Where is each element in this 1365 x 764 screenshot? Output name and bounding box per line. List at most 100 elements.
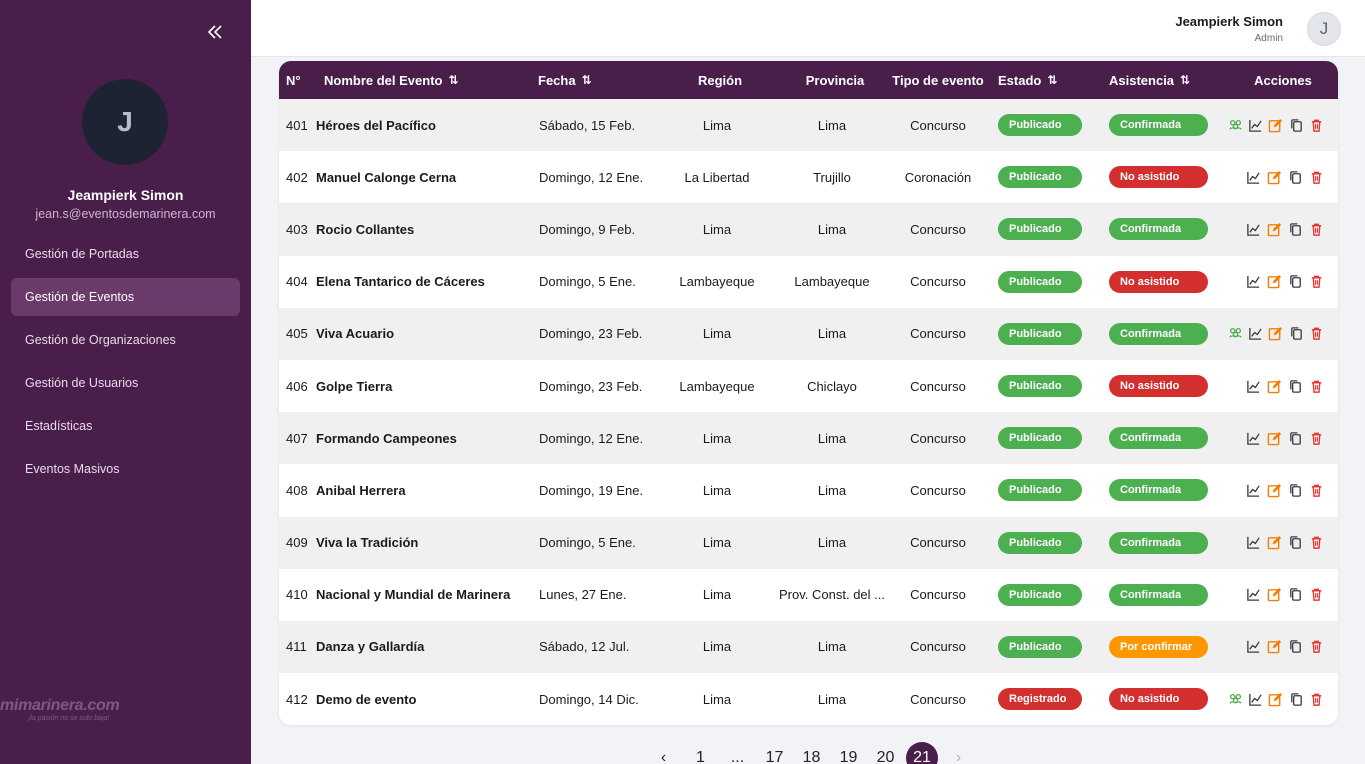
copy-icon[interactable] <box>1286 377 1304 395</box>
pagination-page[interactable]: 19 <box>830 743 867 764</box>
stats-icon[interactable] <box>1244 534 1262 552</box>
table-row: 411 Danza y Gallardía Sábado, 12 Jul. Li… <box>279 620 1338 674</box>
table-row: 401 Héroes del Pacífico Sábado, 15 Feb. … <box>279 99 1338 152</box>
pagination-page[interactable]: 17 <box>756 743 793 764</box>
table-row: 404 Elena Tantarico de Cáceres Domingo, … <box>279 255 1338 308</box>
trash-icon[interactable] <box>1307 220 1325 238</box>
cell-actions <box>1227 360 1331 412</box>
sort-icon[interactable]: ⇅ <box>1180 73 1190 87</box>
stats-icon[interactable] <box>1244 220 1262 238</box>
stats-icon[interactable] <box>1244 429 1262 447</box>
copy-icon[interactable] <box>1286 220 1304 238</box>
pagination-next-button[interactable]: › <box>940 743 977 764</box>
copy-icon[interactable] <box>1286 273 1304 291</box>
edit-icon[interactable] <box>1265 220 1283 238</box>
sidebar-item[interactable]: Estadísticas <box>11 407 240 445</box>
stats-icon[interactable] <box>1244 481 1262 499</box>
edit-icon[interactable] <box>1265 481 1283 499</box>
column-status[interactable]: Estado ⇅ <box>998 61 1057 99</box>
trash-icon[interactable] <box>1307 586 1325 604</box>
edit-icon[interactable] <box>1267 116 1284 134</box>
trash-icon[interactable] <box>1307 429 1325 447</box>
trash-icon[interactable] <box>1307 534 1325 552</box>
sidebar-item[interactable]: Eventos Masivos <box>11 450 240 488</box>
trash-icon[interactable] <box>1307 481 1325 499</box>
copy-icon[interactable] <box>1286 429 1304 447</box>
stats-icon[interactable] <box>1247 116 1264 134</box>
sidebar-item[interactable]: Gestión de Organizaciones <box>11 321 240 359</box>
copy-icon[interactable] <box>1286 168 1304 186</box>
cell-region: Lima <box>702 639 732 655</box>
pagination-page[interactable]: 18 <box>793 743 830 764</box>
copy-icon[interactable] <box>1288 690 1305 708</box>
double-chevron-left-icon[interactable] <box>203 20 227 44</box>
edit-icon[interactable] <box>1265 534 1283 552</box>
edit-icon[interactable] <box>1265 168 1283 186</box>
table-body: 401 Héroes del Pacífico Sábado, 15 Feb. … <box>279 99 1338 725</box>
group-icon[interactable] <box>1227 690 1244 708</box>
trash-icon[interactable] <box>1308 116 1325 134</box>
edit-icon[interactable] <box>1267 690 1284 708</box>
status-badge: Publicado <box>998 531 1082 554</box>
pagination-page[interactable]: 20 <box>867 743 904 764</box>
stats-icon[interactable] <box>1247 690 1264 708</box>
edit-icon[interactable] <box>1265 638 1283 656</box>
cell-province: Lima <box>817 221 847 237</box>
cell-attendance: Por confirmar <box>1109 621 1208 673</box>
copy-icon[interactable] <box>1286 586 1304 604</box>
trash-icon[interactable] <box>1307 273 1325 291</box>
group-icon[interactable] <box>1227 116 1244 134</box>
column-province: Provincia <box>779 61 891 99</box>
sort-icon[interactable]: ⇅ <box>448 73 458 87</box>
trash-icon[interactable] <box>1307 638 1325 656</box>
trash-icon[interactable] <box>1307 168 1325 186</box>
stats-icon[interactable] <box>1244 638 1262 656</box>
edit-icon[interactable] <box>1265 377 1283 395</box>
edit-icon[interactable] <box>1265 273 1283 291</box>
edit-icon[interactable] <box>1265 429 1283 447</box>
pagination-ellipsis: ... <box>730 749 745 764</box>
sort-icon[interactable]: ⇅ <box>1047 73 1057 87</box>
sidebar-item[interactable]: Gestión de Usuarios <box>11 364 240 402</box>
stats-icon[interactable] <box>1244 273 1262 291</box>
column-date[interactable]: Fecha ⇅ <box>538 61 592 99</box>
cell-province: Lima <box>817 535 847 551</box>
stats-icon[interactable] <box>1247 325 1264 343</box>
cell-num: 404 <box>286 274 308 290</box>
edit-icon[interactable] <box>1265 586 1283 604</box>
copy-icon[interactable] <box>1286 534 1304 552</box>
column-date-label: Fecha <box>538 72 576 88</box>
cell-status: Publicado <box>998 412 1082 464</box>
sidebar-item[interactable]: Gestión de Portadas <box>11 235 240 273</box>
pagination-page[interactable]: 21 <box>906 742 938 764</box>
pagination-page[interactable]: 1 <box>682 743 719 764</box>
cell-num: 411 <box>286 639 307 655</box>
stats-icon[interactable] <box>1244 168 1262 186</box>
status-badge: Publicado <box>998 375 1082 398</box>
cell-status: Publicado <box>998 517 1082 569</box>
trash-icon[interactable] <box>1307 377 1325 395</box>
pagination-prev-button[interactable]: ‹ <box>645 743 682 764</box>
attendance-badge: Confirmada <box>1109 218 1208 241</box>
column-name[interactable]: Nombre del Evento ⇅ <box>324 61 459 99</box>
edit-icon[interactable] <box>1267 325 1284 343</box>
copy-icon[interactable] <box>1286 481 1304 499</box>
trash-icon[interactable] <box>1308 325 1325 343</box>
copy-icon[interactable] <box>1288 325 1305 343</box>
stats-icon[interactable] <box>1244 377 1262 395</box>
topbar-avatar[interactable]: J <box>1307 12 1341 46</box>
column-attendance[interactable]: Asistencia ⇅ <box>1109 61 1190 99</box>
cell-date: Domingo, 12 Ene. <box>539 169 644 185</box>
table-row: 412 Demo de evento Domingo, 14 Dic. Lima… <box>279 673 1338 725</box>
group-icon[interactable] <box>1227 325 1244 343</box>
sidebar-item[interactable]: Gestión de Eventos <box>11 278 240 316</box>
trash-icon[interactable] <box>1308 690 1325 708</box>
copy-icon[interactable] <box>1286 638 1304 656</box>
cell-num: 408 <box>286 482 308 498</box>
attendance-badge: Confirmada <box>1109 479 1208 502</box>
stats-icon[interactable] <box>1244 586 1262 604</box>
copy-icon[interactable] <box>1288 116 1305 134</box>
cell-attendance: No asistido <box>1109 151 1208 203</box>
sort-icon[interactable]: ⇅ <box>582 73 592 87</box>
cell-region: Lima <box>702 482 732 498</box>
